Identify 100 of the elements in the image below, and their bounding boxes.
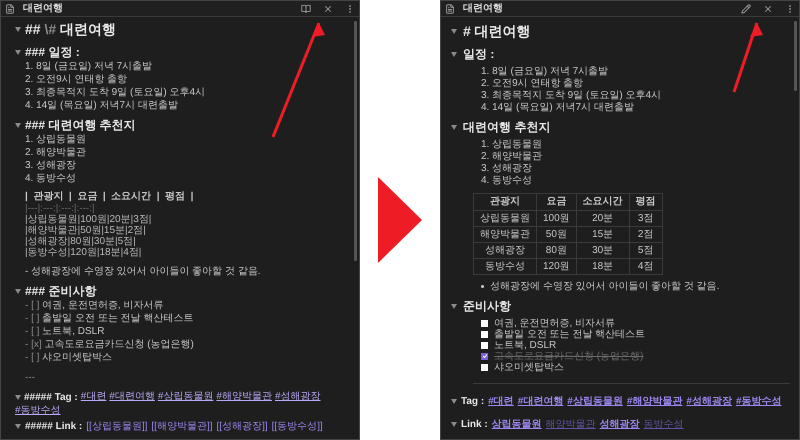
wiki-link[interactable]: [[동방수성]] bbox=[272, 418, 323, 434]
table-cell: 20분 bbox=[576, 210, 630, 226]
table-cell: 30분 bbox=[576, 242, 630, 258]
task-text: - [x] 고속도로요금카드신청 (농업은행) bbox=[25, 338, 195, 350]
tag-link[interactable]: #동방수성 bbox=[736, 394, 782, 408]
tag-link[interactable]: #상립동물원 bbox=[158, 391, 214, 403]
tag-link[interactable]: #해양박물관 bbox=[216, 391, 272, 403]
bullet-text: - 성해광장에 수영장 있어서 아이들이 좋아할 것 같음. bbox=[25, 266, 262, 278]
heading-text: Link : bbox=[461, 418, 488, 432]
collapse-caret-icon[interactable] bbox=[451, 29, 457, 34]
checkbox[interactable] bbox=[481, 342, 488, 348]
table-cell: 120원 bbox=[536, 258, 576, 274]
tag-link[interactable]: #대련 bbox=[80, 391, 106, 403]
tag-link[interactable]: #성해광장 bbox=[274, 391, 321, 403]
heading-text: ## \# 대련여행 bbox=[25, 21, 116, 38]
table-source-text: |---|:---:|:---:|:---:| bbox=[25, 202, 95, 214]
checkbox[interactable] bbox=[481, 352, 488, 360]
task-text: 고속도로요금카드신청 (농업은행) bbox=[494, 350, 644, 362]
heading-text: 준비사항 bbox=[463, 298, 511, 314]
collapse-caret-icon[interactable] bbox=[451, 52, 457, 56]
collapse-caret-icon[interactable] bbox=[451, 422, 457, 426]
list-item-text: 4. 동방수성 bbox=[481, 174, 534, 186]
tag-link[interactable]: #대련여행 bbox=[109, 391, 155, 403]
arrow-icon bbox=[378, 177, 422, 263]
table-source-text: |해양박물관|50원|15분|2점| bbox=[25, 224, 146, 236]
collapse-caret-icon[interactable] bbox=[15, 394, 21, 400]
close-icon[interactable] bbox=[323, 4, 333, 14]
pane-title: 대련여행 bbox=[23, 4, 63, 14]
heading-text: Tag : bbox=[461, 394, 484, 408]
list-item-text: 1. 상립동물원 bbox=[25, 134, 88, 146]
task-text: 샤오미셋탑박스 bbox=[494, 362, 564, 372]
heading-text: ### 준비사항 bbox=[25, 284, 96, 298]
collapse-caret-icon[interactable] bbox=[451, 398, 457, 404]
collapse-caret-icon[interactable] bbox=[15, 122, 21, 128]
collapse-caret-icon[interactable] bbox=[451, 124, 457, 130]
task-text: 노트북, DSLR bbox=[494, 340, 556, 350]
reading-view-icon[interactable] bbox=[301, 4, 311, 14]
collapse-caret-icon[interactable] bbox=[15, 27, 21, 32]
checkbox[interactable] bbox=[481, 364, 488, 370]
bullet-text: 성해광장에 수영장 있어서 아이들이 좋아할 것 같음. bbox=[490, 280, 720, 292]
close-icon[interactable] bbox=[763, 4, 773, 14]
list-item-text: 3. 최종목적지 도착 9일 (토요일) 오후4시 bbox=[481, 90, 662, 102]
table-source-text: |상립동물원|100원|20분|3점| bbox=[25, 214, 152, 224]
table-cell: 성해광장 bbox=[474, 242, 536, 258]
file-icon bbox=[445, 4, 455, 14]
table-header-cell: 요금 bbox=[536, 193, 576, 210]
tag-link[interactable]: #대련여행 bbox=[518, 394, 564, 408]
list-item-text: 3. 성해광장 bbox=[25, 160, 78, 172]
list-item-text: 1. 8일 (금요일) 저녁 7시출발 bbox=[25, 60, 154, 72]
table-source-text: | 관광지 | 요금 | 소요시간 | 평점 | bbox=[25, 190, 194, 202]
heading-text: 대련여행 추천지 bbox=[463, 120, 550, 134]
tag-link[interactable]: #대련 bbox=[488, 394, 514, 408]
scrollbar[interactable] bbox=[354, 21, 357, 261]
table-header-cell: 평점 bbox=[629, 193, 662, 210]
wiki-link[interactable]: [[상립동물원]] bbox=[86, 418, 148, 434]
table-source-text: |동방수성|120원|18분|4점| bbox=[25, 246, 142, 258]
tag-link[interactable]: #성해광장 bbox=[686, 394, 732, 408]
list-item-text: 1. 8일 (금요일) 저녁 7시출발 bbox=[481, 66, 610, 78]
wiki-link[interactable]: 성해광장 bbox=[600, 416, 640, 432]
table-cell: 상립동물원 bbox=[474, 210, 536, 226]
collapse-caret-icon[interactable] bbox=[451, 304, 457, 308]
pane-title: 대련여행 bbox=[463, 4, 503, 14]
table-source-text: |성해광장|80원|30분|5점| bbox=[25, 236, 136, 246]
tag-link[interactable]: #해양박물관 bbox=[626, 394, 682, 408]
task-text: 여권, 운전면허증, 비자서류 bbox=[494, 318, 616, 328]
checkbox[interactable] bbox=[481, 320, 488, 326]
task-text: - [ ] 여권, 운전면허증, 비자서류 bbox=[25, 300, 164, 312]
rule-text: --- bbox=[25, 372, 36, 384]
tag-link[interactable]: #상립동물원 bbox=[567, 394, 623, 408]
list-item-text: 3. 최종목적지 도착 9일 (토요일) 오후4시 bbox=[25, 86, 206, 98]
heading-text: ##### Link : bbox=[25, 420, 82, 434]
list-item-text: 4. 동방수성 bbox=[25, 172, 78, 184]
table-header-cell: 관광지 bbox=[474, 193, 536, 210]
task-text: - [ ] 노트북, DSLR bbox=[25, 326, 106, 338]
table-cell: 2점 bbox=[629, 226, 662, 242]
heading-text: ### 대련여행 추천지 bbox=[25, 118, 136, 132]
table-cell: 4점 bbox=[629, 258, 662, 274]
collapse-caret-icon[interactable] bbox=[15, 288, 21, 294]
heading-text: 일정 : bbox=[463, 46, 494, 62]
list-item-text: 2. 해양박물관 bbox=[25, 146, 88, 158]
table-cell: 50원 bbox=[536, 226, 576, 242]
table-cell: 15분 bbox=[576, 226, 630, 242]
list-item-text: 3. 성해광장 bbox=[481, 162, 534, 174]
wiki-link[interactable]: [[해양박물관]] bbox=[151, 418, 213, 434]
list-item-text: 4. 14일 (목요일) 저녁7시 대련출발 bbox=[481, 102, 635, 114]
table-cell: 18분 bbox=[576, 258, 630, 274]
table-cell: 100원 bbox=[536, 210, 576, 226]
checkbox[interactable] bbox=[481, 330, 488, 338]
wiki-link[interactable]: 상립동물원 bbox=[492, 416, 542, 432]
collapse-caret-icon[interactable] bbox=[15, 50, 21, 54]
arrow-annotation bbox=[732, 22, 763, 92]
tag-link[interactable]: #동방수성 bbox=[15, 404, 61, 416]
scrollbar[interactable] bbox=[794, 21, 797, 91]
heading-text: ### 일정 : bbox=[25, 44, 80, 60]
table-cell: 80원 bbox=[536, 242, 576, 258]
list-item-text: 2. 오전9시 연태항 출항 bbox=[25, 74, 128, 86]
collapse-caret-icon[interactable] bbox=[15, 424, 21, 428]
pencil-icon[interactable] bbox=[741, 4, 751, 14]
list-item-text: 2. 해양박물관 bbox=[481, 150, 544, 162]
wiki-link[interactable]: [[성해광장]] bbox=[216, 418, 268, 434]
